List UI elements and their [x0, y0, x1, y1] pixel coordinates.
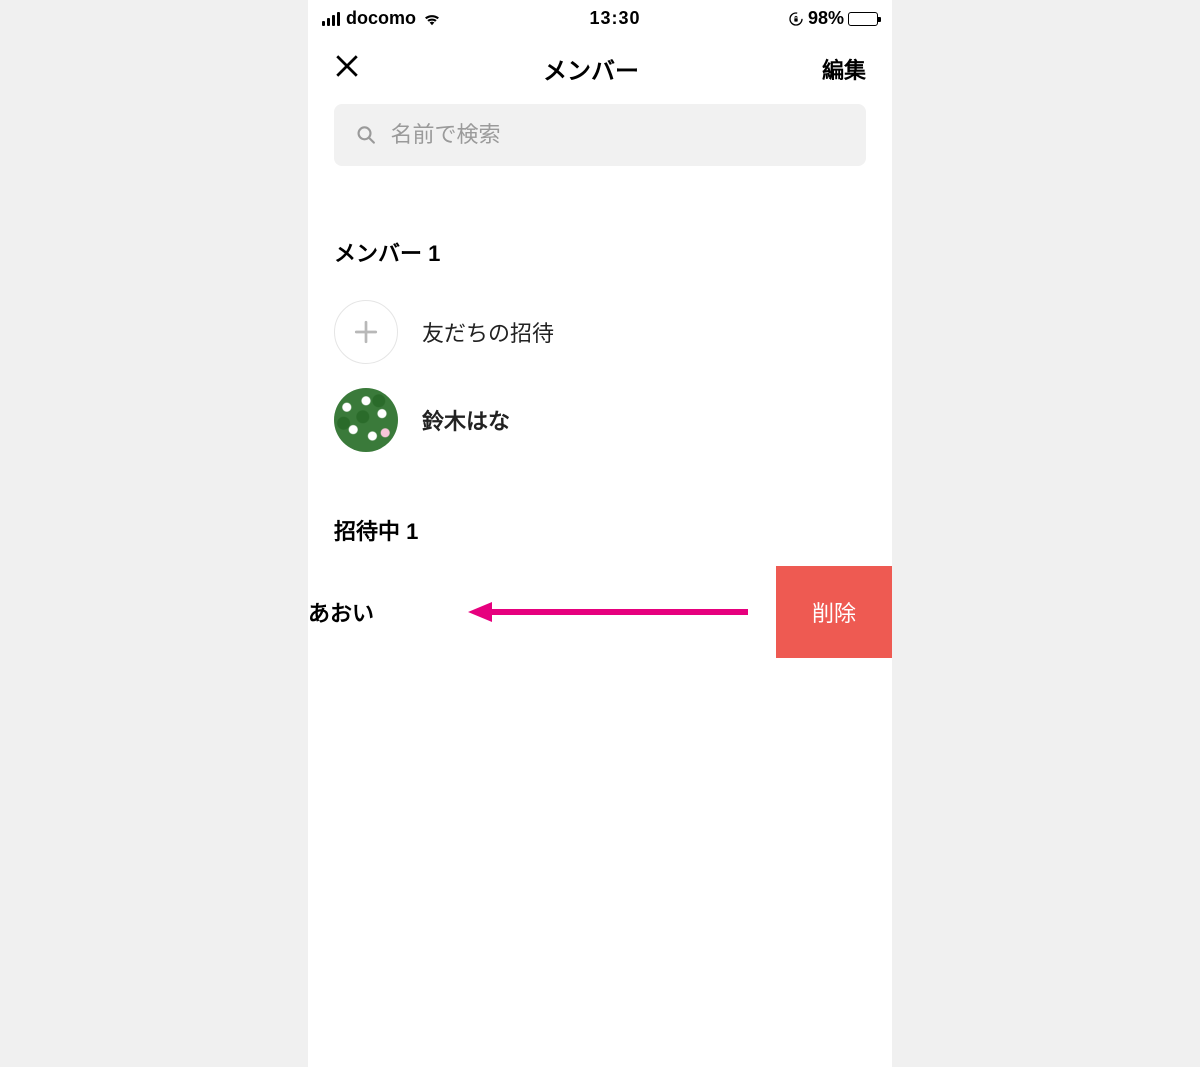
close-icon [334, 53, 360, 79]
search-input[interactable] [390, 122, 844, 148]
pending-member-name: あおい [308, 596, 374, 628]
status-left: docomo [322, 8, 442, 29]
battery-percent: 98% [808, 8, 844, 29]
page-title: メンバー [543, 51, 639, 86]
pending-section-title: 招待中 1 [334, 514, 866, 546]
pending-row-swiped[interactable]: あおい 削除 [308, 566, 892, 658]
invite-friends-label: 友だちの招待 [422, 316, 554, 348]
member-avatar [334, 388, 398, 452]
signal-icon [322, 12, 340, 26]
page-header: メンバー 編集 [308, 33, 892, 104]
phone-frame: docomo 13:30 98% メンバー 編集 [308, 0, 892, 1067]
invite-avatar [334, 300, 398, 364]
member-name: 鈴木はな [422, 404, 510, 436]
member-row[interactable]: 鈴木はな [334, 376, 866, 464]
wifi-icon [422, 12, 442, 26]
swipe-arrow-annotation [468, 600, 748, 624]
members-section: メンバー 1 友だちの招待 鈴木はな 招待中 1 [308, 236, 892, 546]
orientation-lock-icon [788, 11, 804, 27]
invite-friends-row[interactable]: 友だちの招待 [334, 288, 866, 376]
pending-row-content: あおい [308, 566, 374, 658]
status-bar: docomo 13:30 98% [308, 0, 892, 33]
clock: 13:30 [589, 8, 640, 29]
search-icon [356, 124, 376, 146]
close-button[interactable] [334, 53, 360, 84]
carrier-label: docomo [346, 8, 416, 29]
search-container [308, 104, 892, 166]
members-section-title: メンバー 1 [334, 236, 866, 268]
edit-button[interactable]: 編集 [822, 53, 866, 85]
search-box[interactable] [334, 104, 866, 166]
delete-button[interactable]: 削除 [776, 566, 892, 658]
battery-icon [848, 12, 878, 26]
plus-icon [353, 319, 379, 345]
status-right: 98% [788, 8, 878, 29]
